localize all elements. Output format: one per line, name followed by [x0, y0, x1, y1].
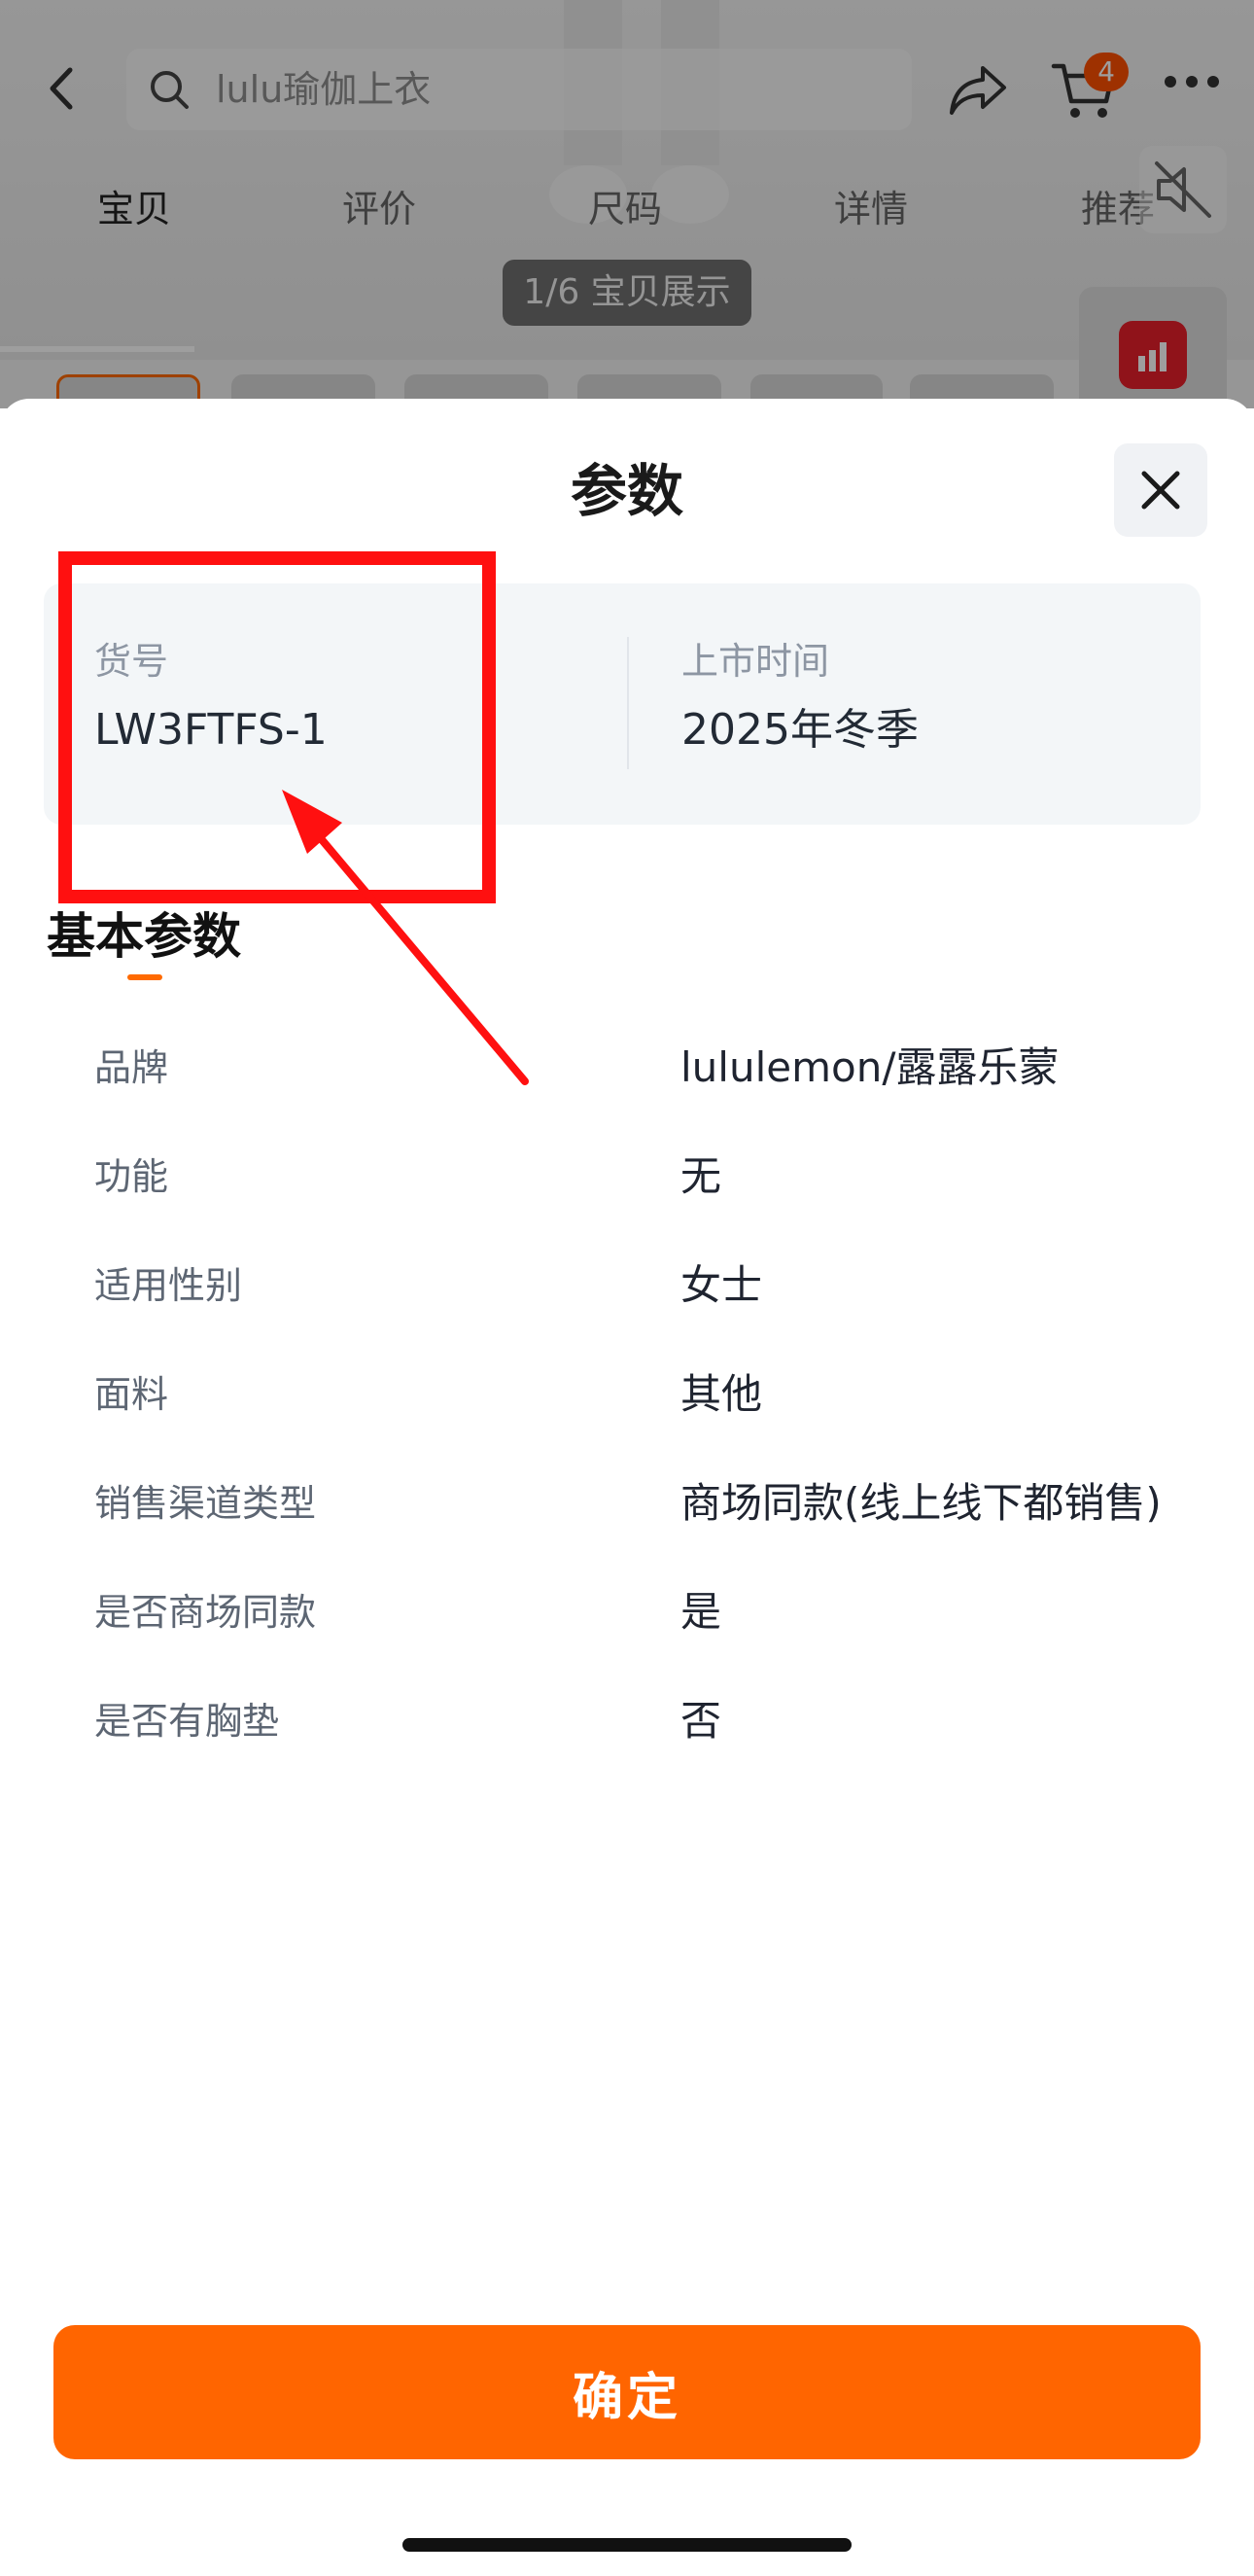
- release-time-value: 2025年冬季: [681, 705, 919, 755]
- param-label: 是否商场同款: [94, 1591, 317, 1634]
- close-icon: [1141, 471, 1180, 510]
- sheet-title: 参数: [570, 458, 683, 524]
- product-page-background: lulu瑜伽上衣 4 宝贝 评价 尺码 详情 推荐 1/6 宝贝展示: [0, 0, 1254, 408]
- confirm-button[interactable]: 确定: [53, 2325, 1201, 2459]
- param-value: 是: [680, 1588, 722, 1636]
- param-label: 面料: [94, 1373, 169, 1416]
- param-value: 其他: [680, 1370, 763, 1418]
- close-button[interactable]: [1114, 443, 1207, 537]
- param-row: 面料 其他: [0, 1341, 1254, 1448]
- param-row: 是否有胸垫 否: [0, 1668, 1254, 1775]
- param-label: 是否有胸垫: [94, 1700, 280, 1743]
- param-value: lululemon/露露乐蒙: [680, 1043, 1060, 1091]
- annotation-highlight-box: [58, 551, 496, 903]
- param-value: 否: [680, 1697, 722, 1745]
- section-title: 基本参数: [47, 908, 241, 965]
- home-indicator: [402, 2538, 852, 2552]
- release-time-label: 上市时间: [681, 640, 830, 683]
- param-value: 无: [680, 1152, 722, 1200]
- param-label: 销售渠道类型: [94, 1482, 317, 1525]
- modal-backdrop[interactable]: [0, 0, 1254, 408]
- param-label: 功能: [94, 1155, 169, 1198]
- param-row: 功能 无: [0, 1123, 1254, 1230]
- param-row: 是否商场同款 是: [0, 1559, 1254, 1666]
- param-row: 适用性别 女士: [0, 1232, 1254, 1339]
- param-label: 品牌: [94, 1046, 169, 1089]
- param-label: 适用性别: [94, 1264, 243, 1307]
- param-row: 品牌 lululemon/露露乐蒙: [0, 1014, 1254, 1121]
- param-value: 商场同款(线上线下都销售): [680, 1479, 1162, 1527]
- card-divider: [627, 637, 629, 769]
- section-underline: [127, 974, 162, 980]
- param-row: 销售渠道类型 商场同款(线上线下都销售): [0, 1450, 1254, 1557]
- param-value: 女士: [680, 1261, 763, 1309]
